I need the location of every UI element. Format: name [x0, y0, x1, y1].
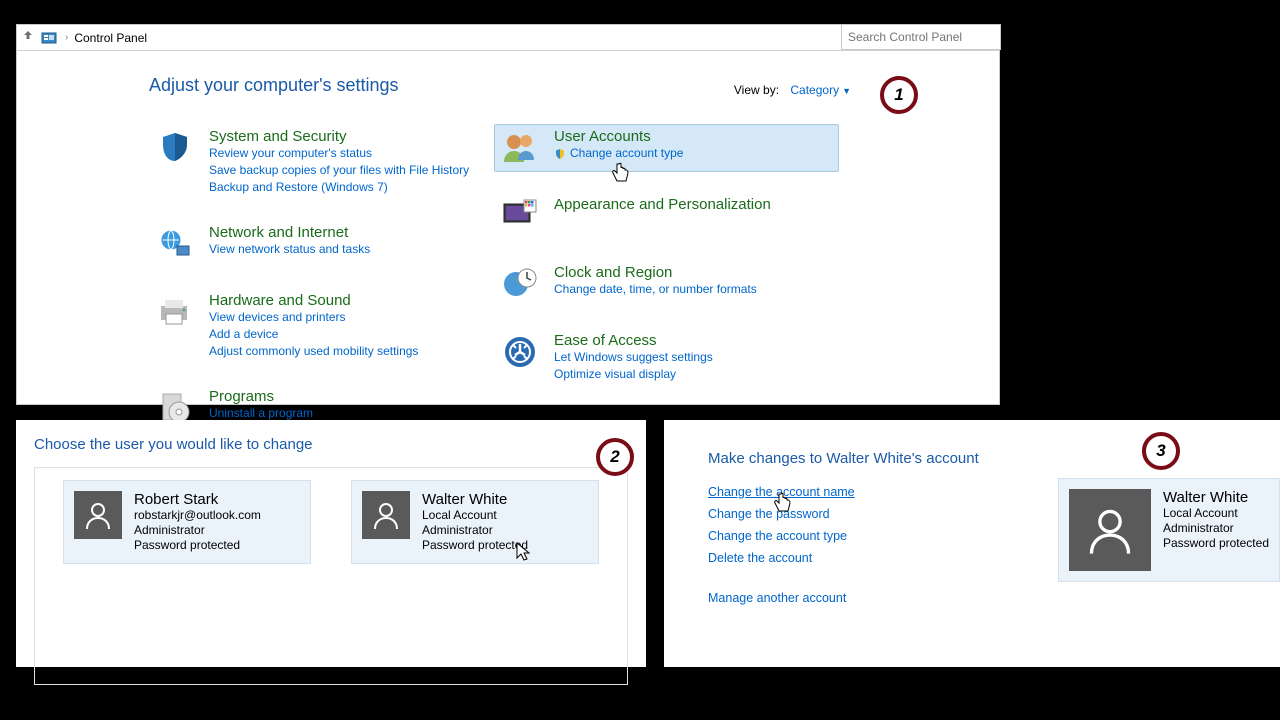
hand-cursor-icon — [610, 162, 630, 184]
ease-of-access-icon — [500, 332, 540, 372]
view-by-control[interactable]: View by: Category▼ — [734, 83, 851, 97]
link-change-password[interactable]: Change the password — [708, 503, 1048, 525]
search-box[interactable] — [841, 24, 1001, 50]
breadcrumb-location[interactable]: Control Panel — [74, 31, 147, 45]
category-title[interactable]: Network and Internet — [209, 224, 370, 241]
globe-network-icon — [155, 224, 195, 264]
clock-globe-icon — [500, 264, 540, 304]
view-by-value[interactable]: Category — [790, 83, 839, 97]
user-role: Administrator — [1163, 521, 1269, 536]
panel-title: Choose the user you would like to change — [16, 420, 646, 467]
user-password-status: Password protected — [134, 538, 261, 553]
category-link[interactable]: Adjust commonly used mobility settings — [209, 343, 418, 360]
account-summary-card: Walter White Local Account Administrator… — [1058, 478, 1280, 582]
link-manage-another-account[interactable]: Manage another account — [708, 587, 1048, 609]
user-card-robert-stark[interactable]: Robert Stark robstarkjr@outlook.com Admi… — [63, 480, 311, 564]
category-link[interactable]: Let Windows suggest settings — [554, 349, 713, 366]
category-title[interactable]: Programs — [209, 388, 313, 405]
uac-shield-icon — [554, 148, 566, 160]
user-password-status: Password protected — [1163, 536, 1269, 551]
category-link[interactable]: View network status and tasks — [209, 241, 370, 258]
category-hardware-sound[interactable]: Hardware and Sound View devices and prin… — [149, 288, 494, 364]
up-arrow-icon[interactable] — [21, 28, 35, 47]
user-email: robstarkjr@outlook.com — [134, 508, 261, 523]
user-type: Local Account — [422, 508, 528, 523]
category-link[interactable]: Change date, time, or number formats — [554, 281, 757, 298]
search-input[interactable] — [848, 30, 994, 44]
user-type: Local Account — [1163, 506, 1269, 521]
arrow-cursor-icon — [516, 542, 530, 560]
user-name: Walter White — [1163, 489, 1269, 506]
make-changes-window: Make changes to Walter White's account C… — [664, 420, 1280, 667]
user-name: Robert Stark — [134, 491, 261, 508]
control-panel-icon — [41, 30, 59, 46]
page-title: Adjust your computer's settings — [149, 75, 999, 96]
category-title[interactable]: Clock and Region — [554, 264, 757, 281]
user-card-walter-white[interactable]: Walter White Local Account Administrator… — [351, 480, 599, 564]
category-ease-of-access[interactable]: Ease of Access Let Windows suggest setti… — [494, 328, 839, 387]
category-link[interactable]: Backup and Restore (Windows 7) — [209, 179, 469, 196]
choose-user-window: Choose the user you would like to change… — [16, 420, 646, 667]
shield-icon — [155, 128, 195, 168]
avatar-icon — [362, 491, 410, 539]
category-user-accounts[interactable]: User Accounts Change account type — [494, 124, 839, 172]
link-change-account-type[interactable]: Change the account type — [708, 525, 1048, 547]
printer-icon — [155, 292, 195, 332]
category-link[interactable]: Save backup copies of your files with Fi… — [209, 162, 469, 179]
category-title[interactable]: Hardware and Sound — [209, 292, 418, 309]
category-column-left: System and Security Review your computer… — [149, 124, 494, 452]
user-accounts-icon — [500, 128, 540, 168]
category-link[interactable]: View devices and printers — [209, 309, 418, 326]
category-clock-region[interactable]: Clock and Region Change date, time, or n… — [494, 260, 839, 308]
monitor-colors-icon — [500, 196, 540, 236]
step-badge-2: 2 — [596, 438, 634, 476]
category-title[interactable]: User Accounts — [554, 128, 683, 145]
view-by-label: View by: — [734, 83, 779, 97]
category-link-change-account-type[interactable]: Change account type — [570, 145, 683, 162]
category-appearance-personalization[interactable]: Appearance and Personalization — [494, 192, 839, 240]
category-link[interactable]: Optimize visual display — [554, 366, 713, 383]
category-link[interactable]: Add a device — [209, 326, 418, 343]
user-name: Walter White — [422, 491, 528, 508]
step-badge-1: 1 — [880, 76, 918, 114]
avatar-icon — [1069, 489, 1151, 571]
category-link[interactable]: Review your computer's status — [209, 145, 469, 162]
user-role: Administrator — [422, 523, 528, 538]
category-system-security[interactable]: System and Security Review your computer… — [149, 124, 494, 200]
category-title[interactable]: System and Security — [209, 128, 469, 145]
user-password-status: Password protected — [422, 538, 528, 553]
hand-cursor-icon — [772, 492, 792, 514]
category-title[interactable]: Ease of Access — [554, 332, 713, 349]
user-role: Administrator — [134, 523, 261, 538]
category-column-right: User Accounts Change account type — [494, 124, 839, 452]
link-change-account-name[interactable]: Change the account name — [708, 481, 1048, 503]
control-panel-window: › Control Panel ⌄ Adjust your computer's… — [16, 24, 1000, 405]
category-title[interactable]: Appearance and Personalization — [554, 196, 771, 213]
category-network-internet[interactable]: Network and Internet View network status… — [149, 220, 494, 268]
link-delete-account[interactable]: Delete the account — [708, 547, 1048, 569]
breadcrumb-separator: › — [65, 32, 68, 43]
step-badge-3: 3 — [1142, 432, 1180, 470]
avatar-icon — [74, 491, 122, 539]
panel-title: Make changes to Walter White's account — [708, 450, 1048, 467]
chevron-down-icon: ▼ — [842, 86, 851, 96]
